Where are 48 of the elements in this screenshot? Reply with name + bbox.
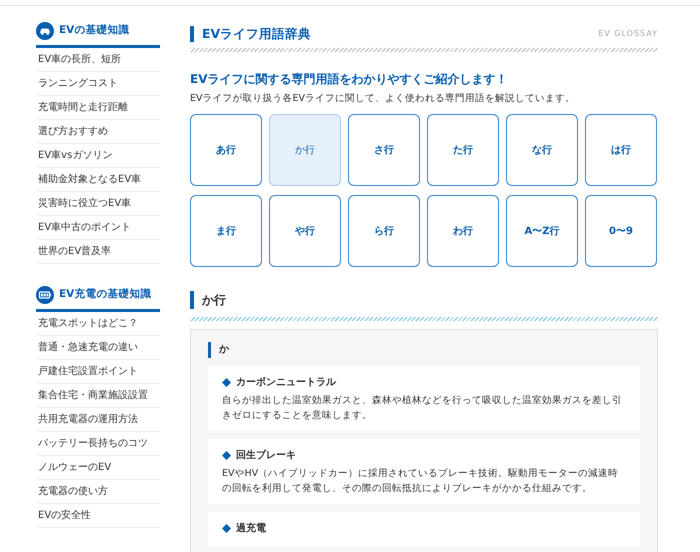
sidebar-link[interactable]: 戸建住宅設置ポイント <box>36 360 160 384</box>
sidebar-link[interactable]: 充電スポットはどこ？ <box>36 312 160 336</box>
index-button[interactable]: 0〜9 <box>585 195 657 268</box>
index-button[interactable]: わ行 <box>427 195 499 268</box>
sidebar-link[interactable]: EV車の長所、短所 <box>36 48 160 72</box>
sidebar-link[interactable]: ランニングコスト <box>36 72 160 96</box>
battery-icon <box>36 286 54 304</box>
diamond-icon <box>222 378 231 388</box>
term-definition: 自らが排出した温室効果ガスと、森林や植林などを行って吸収した温室効果ガスを差し引きゼロにすることを意味します。 <box>222 394 623 424</box>
group-heading: か <box>208 342 640 358</box>
index-button[interactable]: ら行 <box>348 195 420 268</box>
sidebar-link[interactable]: 選び方おすすめ <box>36 120 160 144</box>
sidebar-link[interactable]: ノルウェーのEV <box>36 456 160 480</box>
sidebar-link[interactable]: EVの安全性 <box>36 504 160 528</box>
index-button[interactable]: た行 <box>427 114 499 186</box>
sidebar-link[interactable]: 集合住宅・商業施設設置 <box>36 384 160 408</box>
sidebar-link[interactable]: 災害時に役立つEV車 <box>36 192 160 216</box>
description: EVライフが取り扱う各EVライフに関して、よく使われる専門用語を解説しています。 <box>190 92 576 106</box>
term-title: カーボンニュートラル <box>236 376 336 390</box>
sidebar-link[interactable]: 充電器の使い方 <box>36 480 160 504</box>
term-definition: EVやHV（ハイブリッドカー）に採用されているブレーキ技術。駆動用モーターの減速時の回転を利用して発電し、その際の回転抵抗によりブレーキがかかる仕組みです。 <box>222 467 620 496</box>
section-heading: か行 <box>190 291 658 310</box>
sidebar-heading: EVの基礎知識 <box>59 23 130 38</box>
sidebar-link[interactable]: EV車vsガソリン <box>36 144 160 168</box>
index-button[interactable]: な行 <box>506 114 578 186</box>
sidebar-link[interactable]: バッテリー長持ちのコツ <box>36 432 160 456</box>
index-button[interactable]: あ行 <box>190 114 262 186</box>
diamond-icon <box>222 524 231 534</box>
index-button[interactable]: や行 <box>269 195 341 268</box>
index-button[interactable]: か行 <box>269 114 341 186</box>
sidebar-link[interactable]: 補助金対象となるEV車 <box>36 168 160 192</box>
index-button[interactable]: ま行 <box>190 195 262 268</box>
car-icon <box>36 22 54 40</box>
page-title: EVライフ用語辞典 <box>190 26 312 42</box>
page-subtitle: EV GLOSSAY <box>598 28 658 40</box>
term-title: 過充電 <box>236 521 266 536</box>
index-button[interactable]: さ行 <box>348 114 420 186</box>
diamond-icon <box>222 451 231 460</box>
sidebar-heading: EV充電の基礎知識 <box>59 287 152 302</box>
index-button[interactable]: A〜Z行 <box>506 195 578 268</box>
sidebar-link[interactable]: 普通・急速充電の違い <box>36 336 160 360</box>
term-title: 回生ブレーキ <box>236 448 296 464</box>
lead-text: EVライフに関する専門用語をわかりやすくご紹介します！ <box>190 71 508 88</box>
sidebar-link[interactable]: EV車中古のポイント <box>36 216 160 240</box>
sidebar-link[interactable]: 共用充電器の運用方法 <box>36 408 160 432</box>
sidebar-link[interactable]: 世界のEV普及率 <box>36 240 160 264</box>
index-button[interactable]: は行 <box>585 114 657 186</box>
sidebar-link[interactable]: 充電時間と走行距離 <box>36 96 160 120</box>
